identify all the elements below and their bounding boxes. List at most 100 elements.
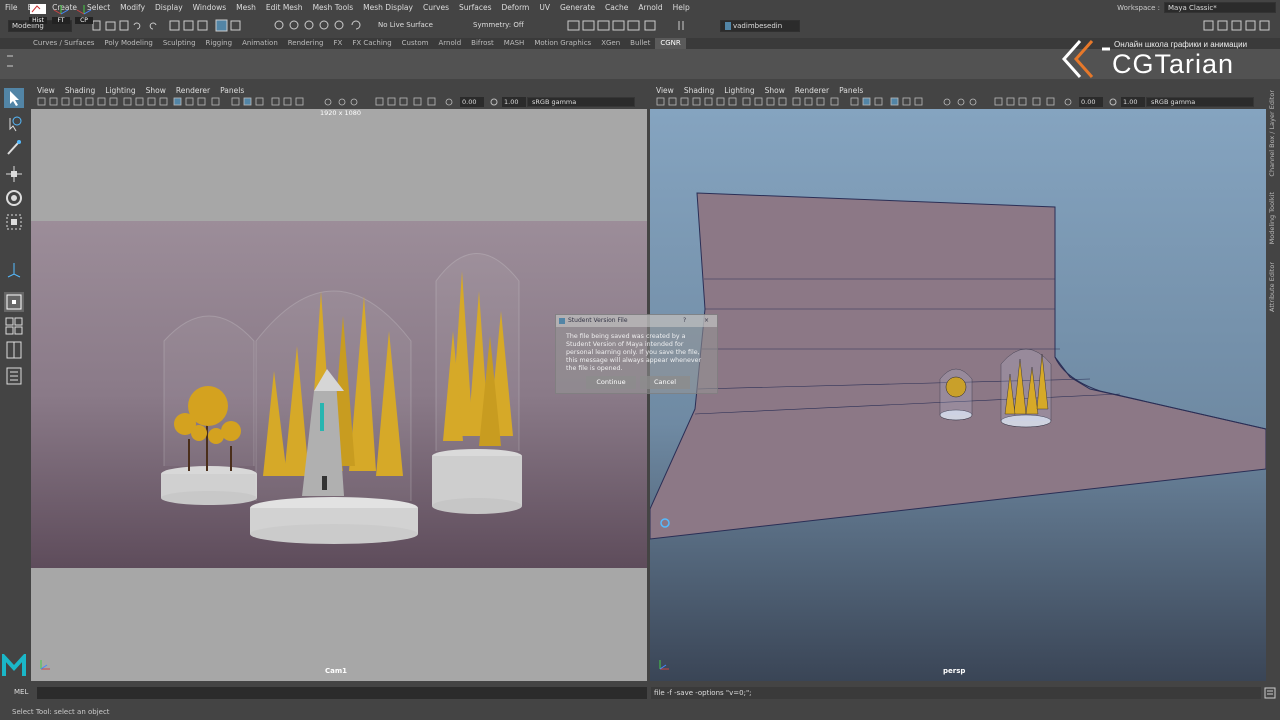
- select-tool[interactable]: [4, 88, 24, 108]
- shelf-tab-rigging[interactable]: Rigging: [201, 38, 238, 49]
- shelf-tab-animation[interactable]: Animation: [237, 38, 283, 49]
- rotate-tool[interactable]: [4, 188, 24, 208]
- right-menu-renderer[interactable]: Renderer: [790, 86, 834, 95]
- menu-curves[interactable]: Curves: [418, 3, 454, 12]
- lasso-tool[interactable]: [4, 114, 24, 134]
- symmetry-dropdown[interactable]: Symmetry: Off: [473, 21, 524, 29]
- user-account-dropdown[interactable]: vadimbesedin: [720, 20, 800, 32]
- gamma-icon: [490, 98, 498, 106]
- menu-mesh-display[interactable]: Mesh Display: [358, 3, 418, 12]
- shelf-tab-cgnr[interactable]: CGNR: [655, 38, 686, 49]
- right-gamma-field[interactable]: 1.00: [1121, 97, 1145, 107]
- maya-app-icon: [559, 318, 565, 324]
- right-panel-toolbar-icons: [656, 97, 1072, 106]
- scale-tool[interactable]: [4, 212, 24, 232]
- shelf-tab-mash[interactable]: MASH: [499, 38, 530, 49]
- left-viewport[interactable]: 1920 x 1080 Cam1: [31, 109, 647, 681]
- menu-arnold[interactable]: Arnold: [633, 3, 667, 12]
- persp-dome-left: [939, 368, 973, 421]
- menu-help[interactable]: Help: [668, 3, 695, 12]
- dome-middle: [250, 290, 418, 544]
- left-menu-renderer[interactable]: Renderer: [171, 86, 215, 95]
- shelf-settings-icon[interactable]: [6, 52, 14, 76]
- two-pane-layout-icon[interactable]: [4, 340, 24, 360]
- cancel-button[interactable]: Cancel: [640, 376, 690, 389]
- shelf-tab-rendering[interactable]: Rendering: [283, 38, 329, 49]
- left-color-space-dropdown[interactable]: sRGB gamma: [527, 97, 635, 107]
- left-menu-view[interactable]: View: [32, 86, 60, 95]
- left-menu-shading[interactable]: Shading: [60, 86, 100, 95]
- shelf-tab-poly-modeling[interactable]: Poly Modeling: [99, 38, 157, 49]
- shelf-tab-bullet[interactable]: Bullet: [625, 38, 655, 49]
- left-menu-show[interactable]: Show: [141, 86, 171, 95]
- shelf-tab-xgen[interactable]: XGen: [596, 38, 625, 49]
- attribute-editor-tab[interactable]: Attribute Editor: [1268, 262, 1276, 312]
- select-hierarchy-icon: [169, 20, 180, 31]
- left-exposure-field[interactable]: 0.00: [460, 97, 484, 107]
- select-by-object-icon: [215, 19, 228, 32]
- right-menu-lighting[interactable]: Lighting: [719, 86, 759, 95]
- shelf-button-hist[interactable]: Hist: [29, 3, 47, 25]
- live-surface-label[interactable]: No Live Surface: [378, 21, 433, 29]
- dialog-close-icon[interactable]: ×: [704, 315, 709, 327]
- channel-box-tab[interactable]: Channel Box / Layer Editor: [1268, 90, 1276, 177]
- right-menu-show[interactable]: Show: [760, 86, 790, 95]
- outliner-layout-icon[interactable]: [4, 366, 24, 386]
- right-axis-gizmo-icon: [659, 660, 669, 670]
- menu-edit-mesh[interactable]: Edit Mesh: [261, 3, 308, 12]
- left-menu-lighting[interactable]: Lighting: [100, 86, 140, 95]
- right-viewport[interactable]: persp: [650, 109, 1266, 681]
- command-language-toggle[interactable]: MEL: [14, 688, 28, 696]
- menu-mesh[interactable]: Mesh: [231, 3, 261, 12]
- menu-generate[interactable]: Generate: [555, 3, 600, 12]
- menu-mesh-tools[interactable]: Mesh Tools: [308, 3, 359, 12]
- four-pane-layout-icon[interactable]: [4, 316, 24, 336]
- menu-deform[interactable]: Deform: [496, 3, 534, 12]
- shelf-tab-custom[interactable]: Custom: [397, 38, 434, 49]
- shelf-tab-curves-surfaces[interactable]: Curves / Surfaces: [28, 38, 99, 49]
- right-color-space-dropdown[interactable]: sRGB gamma: [1146, 97, 1254, 107]
- right-menu-panels[interactable]: Panels: [834, 86, 868, 95]
- select-mode-icon: [230, 20, 241, 31]
- modeling-toolkit-tab[interactable]: Modeling Toolkit: [1268, 192, 1276, 244]
- shelf-button-ft[interactable]: FT: [52, 3, 70, 25]
- menu-windows[interactable]: Windows: [188, 3, 231, 12]
- script-editor-icon[interactable]: [1264, 687, 1276, 699]
- shelf-tab-sculpting[interactable]: Sculpting: [158, 38, 201, 49]
- single-pane-layout-icon[interactable]: [4, 292, 24, 312]
- shelf-tab-fx[interactable]: FX: [329, 38, 348, 49]
- select-component-icon: [197, 20, 208, 31]
- workspace-dropdown[interactable]: Maya Classic*: [1164, 2, 1276, 13]
- menu-display[interactable]: Display: [150, 3, 188, 12]
- snap-curve-icon: [289, 20, 299, 30]
- dome-left: [161, 315, 257, 505]
- paint-select-tool[interactable]: [4, 138, 24, 158]
- shelf-tab-bifrost[interactable]: Bifrost: [466, 38, 499, 49]
- menu-file[interactable]: File: [0, 3, 23, 12]
- left-menu-panels[interactable]: Panels: [215, 86, 249, 95]
- right-gamma-icon: [1109, 98, 1117, 106]
- right-exposure-field[interactable]: 0.00: [1079, 97, 1103, 107]
- right-menu-shading[interactable]: Shading: [679, 86, 719, 95]
- menu-surfaces[interactable]: Surfaces: [454, 3, 496, 12]
- command-input[interactable]: [37, 687, 647, 699]
- move-tool[interactable]: [4, 164, 24, 184]
- shelf-tab-arnold[interactable]: Arnold: [434, 38, 467, 49]
- tool-settings-icon: [1231, 20, 1242, 31]
- menu-cache[interactable]: Cache: [600, 3, 633, 12]
- menu-uv[interactable]: UV: [534, 3, 555, 12]
- last-tool-icon[interactable]: [4, 260, 24, 280]
- menu-modify[interactable]: Modify: [115, 3, 150, 12]
- left-panel-toolbar-icons: [37, 97, 453, 106]
- continue-button[interactable]: Continue: [586, 376, 636, 389]
- shelf-tab-fx-caching[interactable]: FX Caching: [347, 38, 396, 49]
- right-menu-view[interactable]: View: [651, 86, 679, 95]
- shelf-button-cp[interactable]: CP: [75, 3, 93, 25]
- shelf-tab-motion-graphics[interactable]: Motion Graphics: [529, 38, 596, 49]
- open-scene-icon: [105, 21, 116, 31]
- exposure-icon: [445, 98, 453, 106]
- render-frame-icon: [567, 20, 580, 31]
- perspective-scene: [650, 192, 1266, 540]
- dialog-help-button[interactable]: ?: [683, 315, 686, 327]
- left-gamma-field[interactable]: 1.00: [502, 97, 526, 107]
